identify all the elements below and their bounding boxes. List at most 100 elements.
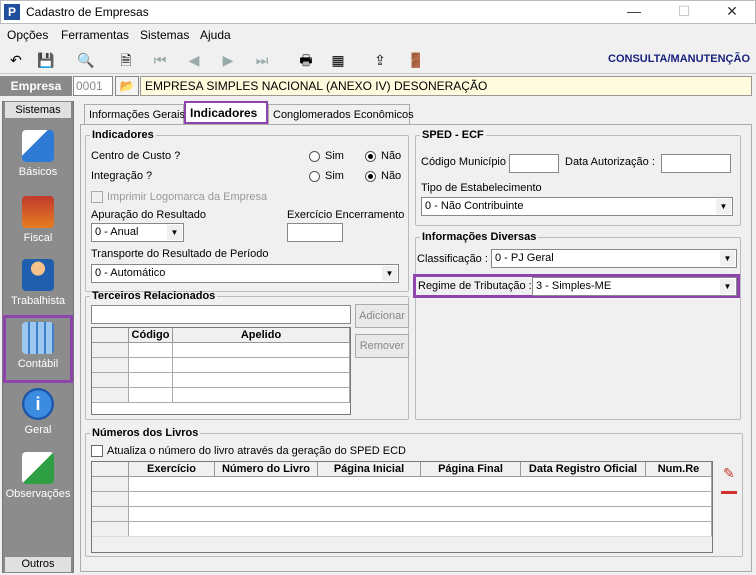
row-header[interactable] xyxy=(92,388,129,403)
terceiros-grid: Código Apelido xyxy=(91,327,351,415)
centro-custo-nao-radio[interactable] xyxy=(365,151,376,162)
atualiza-livro-label: Atualiza o número do livro através da ge… xyxy=(107,445,406,457)
table-cell[interactable] xyxy=(129,373,173,388)
undo-icon[interactable]: ↶ xyxy=(4,49,28,71)
row-header[interactable] xyxy=(92,492,129,507)
atualiza-livro-checkbox[interactable] xyxy=(91,445,103,457)
table-cell[interactable] xyxy=(173,343,350,358)
tipo-estabelecimento-value: 0 - Não Contribuinte xyxy=(425,200,524,212)
table-cell[interactable] xyxy=(173,373,350,388)
menu-ajuda[interactable]: Ajuda xyxy=(200,28,231,42)
preview-icon[interactable]: 🗎 xyxy=(114,49,138,71)
regime-tributacao-value: 3 - Simples-ME xyxy=(536,280,612,292)
exercicio-encerramento-label: Exercício Encerramento xyxy=(287,209,405,221)
save-icon[interactable]: 💾 xyxy=(34,49,58,71)
row-header[interactable] xyxy=(92,358,129,373)
table-row[interactable] xyxy=(129,522,712,537)
row-header[interactable] xyxy=(92,373,129,388)
codigo-municipio-input[interactable] xyxy=(509,154,559,173)
classificacao-select[interactable]: 0 - PJ Geral ▼ xyxy=(491,249,737,268)
sidebar-item-label: Trabalhista xyxy=(10,295,65,307)
next-record-icon[interactable]: ▶ xyxy=(216,49,240,71)
imprimir-logo-checkbox[interactable] xyxy=(91,191,103,203)
adicionar-button[interactable]: Adicionar xyxy=(355,304,409,328)
first-record-icon[interactable]: ⏮ xyxy=(148,49,172,71)
report-icon[interactable]: ▦ xyxy=(326,49,350,71)
apuracao-label: Apuração do Resultado xyxy=(91,209,206,221)
column-header-exercicio[interactable]: Exercício xyxy=(129,462,215,477)
sidebar-item-contabil[interactable]: Contábil xyxy=(3,315,73,383)
calculator-icon xyxy=(22,322,54,354)
row-header-corner xyxy=(92,328,129,343)
tab-informacoes-gerais[interactable]: Informações Gerais xyxy=(84,104,185,124)
row-header[interactable] xyxy=(92,343,129,358)
remover-button[interactable]: Remover xyxy=(355,334,409,358)
folder-open-icon[interactable]: 📂 xyxy=(115,76,139,96)
sidebar-item-observacoes[interactable]: Observações xyxy=(4,446,72,512)
worker-icon xyxy=(22,259,54,291)
regime-tributacao-select[interactable]: 3 - Simples-ME ▼ xyxy=(532,277,737,296)
table-row[interactable] xyxy=(129,492,712,507)
close-button[interactable]: ✕ xyxy=(712,2,752,22)
basicos-icon xyxy=(22,130,54,162)
table-cell[interactable] xyxy=(129,358,173,373)
sidebar-item-trabalhista[interactable]: Trabalhista xyxy=(4,253,72,319)
data-autorizacao-input[interactable] xyxy=(661,154,731,173)
table-row[interactable] xyxy=(129,477,712,492)
integracao-nao-radio[interactable] xyxy=(365,171,376,182)
tab-indicadores[interactable]: Indicadores xyxy=(184,101,268,124)
sidebar-item-label: Fiscal xyxy=(23,232,53,244)
centro-custo-sim-radio[interactable] xyxy=(309,151,320,162)
horizontal-scrollbar[interactable] xyxy=(92,536,712,552)
table-cell[interactable] xyxy=(129,343,173,358)
exercicio-encerramento-input[interactable] xyxy=(287,223,343,242)
export-icon[interactable]: ⇪ xyxy=(368,49,392,71)
print-icon[interactable]: 🖶 xyxy=(294,49,318,71)
tipo-estabelecimento-select[interactable]: 0 - Não Contribuinte ▼ xyxy=(421,197,733,216)
notes-icon xyxy=(22,452,54,484)
column-header-apelido[interactable]: Apelido xyxy=(173,328,350,343)
table-row[interactable] xyxy=(129,507,712,522)
empresa-name-field[interactable]: EMPRESA SIMPLES NACIONAL (ANEXO IV) DESO… xyxy=(140,76,752,96)
table-cell[interactable] xyxy=(173,388,350,403)
apuracao-select[interactable]: 0 - Anual ▼ xyxy=(91,223,184,242)
sidebar-item-fiscal[interactable]: Fiscal xyxy=(4,190,72,256)
last-record-icon[interactable]: ⏭ xyxy=(250,49,274,71)
row-header[interactable] xyxy=(92,477,129,492)
minimize-button[interactable]: — xyxy=(614,2,654,22)
table-cell[interactable] xyxy=(129,388,173,403)
menu-sistemas[interactable]: Sistemas xyxy=(140,28,189,42)
sidebar-item-basicos[interactable]: Básicos xyxy=(4,124,72,190)
sidebar-item-geral[interactable]: i Geral xyxy=(4,382,72,448)
classificacao-value: 0 - PJ Geral xyxy=(495,252,554,264)
exit-icon[interactable]: 🚪 xyxy=(404,49,428,71)
search-icon[interactable]: 🔍 xyxy=(74,49,98,71)
column-header-codigo[interactable]: Código xyxy=(129,328,173,343)
tab-conglomerados[interactable]: Conglomerados Econômicos xyxy=(268,104,414,124)
previous-record-icon[interactable]: ◀ xyxy=(182,49,206,71)
column-header-data-registro[interactable]: Data Registro Oficial xyxy=(521,462,646,477)
row-header[interactable] xyxy=(92,522,129,537)
terceiros-search-input[interactable] xyxy=(91,305,351,324)
data-autorizacao-label: Data Autorização : xyxy=(565,156,655,168)
column-header-num-registro[interactable]: Num.Re xyxy=(646,462,712,477)
codigo-municipio-label: Código Município : xyxy=(421,156,513,168)
column-header-pagina-final[interactable]: Página Final xyxy=(421,462,521,477)
tipo-estabelecimento-label: Tipo de Estabelecimento xyxy=(421,182,542,194)
integracao-sim-radio[interactable] xyxy=(309,171,320,182)
menu-ferramentas[interactable]: Ferramentas xyxy=(61,28,129,42)
sidebar-footer[interactable]: Outros xyxy=(4,556,72,573)
maximize-button[interactable]: ☐ xyxy=(664,2,704,22)
edit-pencil-icon[interactable]: ✎ xyxy=(723,465,735,482)
chevron-down-icon: ▼ xyxy=(382,266,397,281)
remove-line-icon[interactable] xyxy=(721,491,737,494)
centro-custo-nao-label: Não xyxy=(381,150,402,162)
column-header-pagina-inicial[interactable]: Página Inicial xyxy=(318,462,421,477)
row-header[interactable] xyxy=(92,507,129,522)
transporte-select[interactable]: 0 - Automático ▼ xyxy=(91,264,399,283)
menu-opcoes[interactable]: Opções xyxy=(7,28,48,42)
column-header-numero-livro[interactable]: Número do Livro xyxy=(215,462,318,477)
empresa-code-field[interactable]: 0001 xyxy=(73,76,113,96)
sidebar-header[interactable]: Sistemas xyxy=(4,101,72,119)
table-cell[interactable] xyxy=(173,358,350,373)
